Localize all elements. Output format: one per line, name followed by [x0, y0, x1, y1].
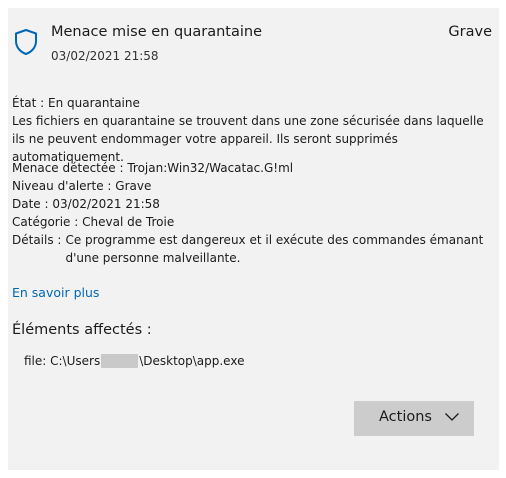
threat-detected-label: Menace détectée : — [12, 161, 124, 175]
date-label: Date : — [12, 197, 49, 211]
threat-title: Menace mise en quarantaine — [51, 24, 262, 40]
severity-label: Grave — [448, 24, 492, 40]
status-section: État : En quarantaine Les fichiers en qu… — [12, 94, 492, 166]
status-label: État : — [12, 96, 45, 110]
chevron-down-icon — [445, 413, 459, 421]
actions-button-label: Actions — [379, 409, 432, 425]
file-path-suffix: \Desktop\app.exe — [139, 354, 245, 368]
affected-items-heading: Éléments affectés : — [12, 322, 152, 338]
actions-button[interactable]: Actions — [354, 401, 474, 436]
threat-details: Menace détectée : Trojan:Win32/Wacatac.G… — [12, 159, 496, 267]
shield-icon — [15, 29, 37, 55]
redacted-username — [101, 354, 139, 368]
threat-detected-value: Trojan:Win32/Wacatac.G!ml — [127, 161, 294, 175]
details-value: Ce programme est dangereux et il exécute… — [65, 233, 484, 265]
learn-more-link[interactable]: En savoir plus — [12, 285, 99, 300]
threat-card: Menace mise en quarantaine 03/02/2021 21… — [8, 8, 499, 470]
date-value: 03/02/2021 21:58 — [52, 197, 160, 211]
threat-timestamp: 03/02/2021 21:58 — [51, 49, 159, 63]
affected-file-path: file: C:\Users \Desktop\app.exe — [24, 354, 244, 368]
category-value: Cheval de Troie — [82, 215, 175, 229]
status-description: Les fichiers en quarantaine se trouvent … — [12, 114, 484, 164]
details-label: Détails : — [12, 233, 62, 247]
alert-level-label: Niveau d'alerte : — [12, 179, 112, 193]
alert-level-value: Grave — [115, 179, 152, 193]
file-path-prefix: file: C:\Users — [24, 354, 101, 368]
category-label: Catégorie : — [12, 215, 79, 229]
status-value: En quarantaine — [48, 96, 140, 110]
